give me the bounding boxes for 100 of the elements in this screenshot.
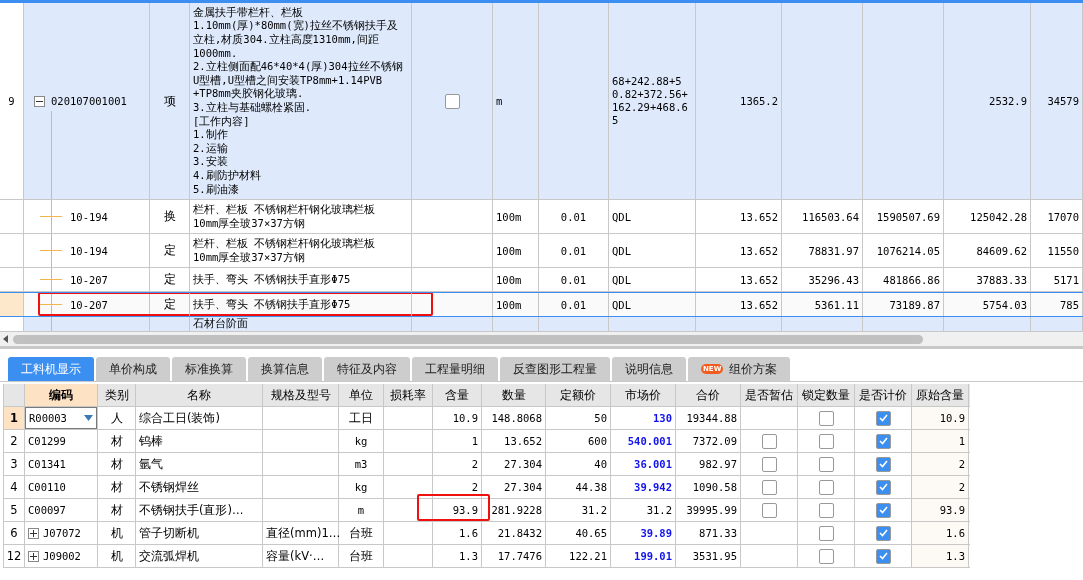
category-cell: 材 [110,433,123,449]
tab[interactable]: 工程量明细 [412,357,498,381]
quantity-cell: 17.7476 [497,550,542,562]
checkbox[interactable] [761,456,777,472]
table-cell: QDL [612,244,631,257]
description-line: 1000mm. [193,46,239,61]
tab[interactable]: 标准换算 [172,357,246,381]
original-content-cell: 1.3 [946,550,965,562]
checkbox[interactable] [761,479,777,495]
item-code: 10-207 [70,273,108,286]
checkbox[interactable] [818,456,834,472]
unit-cell: 台班 [349,548,373,564]
category-cell: 材 [110,456,123,472]
dropdown-caret-icon[interactable] [84,415,93,421]
table-cell: 73189.87 [889,298,940,311]
unit-cell: 100m [496,244,522,257]
checkbox[interactable] [818,502,834,518]
checkbox[interactable] [875,502,891,518]
item-code: 10-207 [70,298,108,311]
checkbox[interactable] [875,479,891,495]
content-cell: 10.9 [452,412,478,424]
checkbox[interactable] [818,525,834,541]
checkbox[interactable] [444,93,460,109]
description-line: 栏杆、栏板 不锈钢栏杆钢化玻璃栏板 [193,236,376,251]
original-content-cell: 1 [958,435,965,447]
unit-cell: 工日 [349,410,373,426]
market-price-cell: 540.001 [627,435,672,447]
total-cell: 39995.99 [686,504,737,516]
description-line: 1.10mm(厚)*80mm(宽)拉丝不锈钢扶手及 [193,19,399,34]
checkbox[interactable] [761,502,777,518]
check-icon [878,414,888,422]
table-cell: 116503.64 [802,210,859,223]
checkbox[interactable] [875,548,891,564]
check-icon [878,460,888,468]
market-price-cell: 31.2 [646,504,672,516]
expand-toggle[interactable] [28,550,39,562]
description-line: U型槽,U型槽之间安装TP8mm+1.14PVB [193,73,384,88]
tab[interactable]: 特征及内容 [324,357,410,381]
checkbox[interactable] [875,456,891,472]
table-cell: 78831.97 [808,244,859,257]
column-header: 锁定数量 [798,384,855,406]
plus-icon [30,552,37,560]
tab[interactable]: 说明信息 [612,357,686,381]
checkbox[interactable] [875,410,891,426]
check-icon [878,483,888,491]
tab[interactable]: 换算信息 [248,357,322,381]
quantity-expression: 68+242.88+50.82+372.56+162.29+468.65 [612,75,689,127]
content-cell: 1 [471,435,478,447]
check-icon [878,437,888,445]
description-line: +TP8mm夹胶钢化玻璃. [193,87,305,101]
row-number: 9 [0,3,24,199]
table-cell: 785 [1060,298,1079,311]
unit-cell: m [357,504,365,516]
type-cell: 换 [163,208,176,225]
checkbox[interactable] [875,433,891,449]
scroll-left-icon[interactable] [3,335,9,343]
item-code: 10-194 [70,244,108,257]
description-line: 4.刷防护材料 [193,168,262,183]
table-cell: 84609.62 [976,244,1027,257]
item-code: 020107001001 [51,95,127,107]
table-cell: 125042.28 [970,210,1027,223]
table-cell: 5171 [1053,273,1079,286]
total-cell: 7372.09 [692,435,737,447]
code-field[interactable]: R00003 [25,407,97,429]
column-header: 数量 [482,384,546,406]
original-content-cell: 2 [958,481,965,493]
description-line: 10mm厚全玻37×37方钢 [193,216,306,231]
check-icon [878,529,888,537]
name-cell: 交流弧焊机 [139,548,199,564]
table-cell: 37883.33 [976,273,1027,286]
item-code: 10-194 [70,210,108,223]
table-cell: 13.652 [740,298,778,311]
table-cell: 1365.2 [740,95,778,107]
name-cell: 钨棒 [139,433,163,449]
checkbox[interactable] [818,410,834,426]
quantity-cell: 27.304 [504,458,542,470]
table-cell: 1076214.05 [876,244,940,257]
category-cell: 材 [110,479,123,495]
table-cell: 2532.9 [989,95,1027,107]
table-cell: QDL [612,210,631,223]
original-content-cell: 1.6 [946,527,965,539]
market-price-cell: 39.942 [634,481,672,493]
quantity-cell: 27.304 [504,481,542,493]
checkbox[interactable] [875,525,891,541]
code-cell: C01299 [28,435,66,447]
tab[interactable]: 单价构成 [96,357,170,381]
description-line: 石材台阶面 [193,317,248,330]
spec-cell: 直径(mm)1… [266,525,341,541]
category-cell: 机 [110,548,123,564]
checkbox[interactable] [761,433,777,449]
checkbox[interactable] [818,479,834,495]
table-cell: 13.652 [740,273,778,286]
scrollbar-thumb[interactable] [13,334,923,344]
expand-toggle[interactable] [28,527,39,539]
original-content-cell: 93.9 [939,504,965,516]
checkbox[interactable] [818,433,834,449]
collapse-toggle[interactable] [34,95,45,107]
tab[interactable]: 反查图形工程量 [500,357,610,381]
checkbox[interactable] [818,548,834,564]
quota-price-cell: 50 [594,412,607,424]
